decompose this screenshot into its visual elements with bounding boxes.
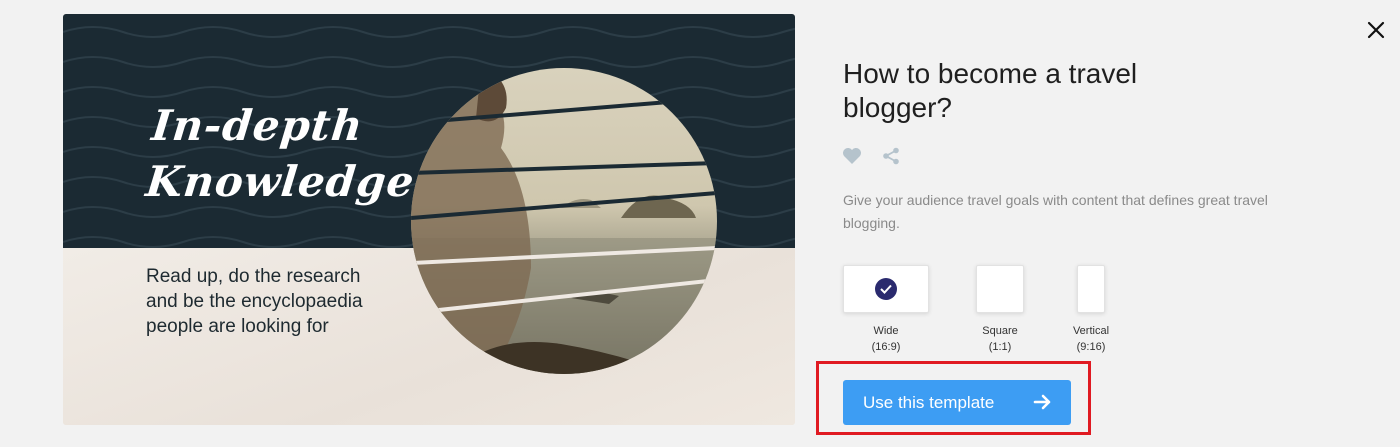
preview-headline: In-depth Knowledge [143, 101, 418, 206]
format-vertical-swatch[interactable] [1077, 265, 1105, 313]
format-vertical-name: Vertical [1072, 325, 1110, 337]
use-template-label: Use this template [863, 392, 995, 412]
check-icon [875, 278, 897, 300]
share-icon[interactable] [880, 145, 902, 167]
format-square-swatch[interactable] [976, 265, 1024, 313]
template-preview: In-depth Knowledge Read up, do the resea… [63, 14, 795, 425]
format-wide-ratio: (16:9) [871, 341, 901, 353]
template-title: How to become a travel blogger? [843, 58, 1138, 123]
template-description: Give your audience travel goals with con… [843, 192, 1268, 231]
close-icon[interactable] [1365, 19, 1387, 41]
format-square-name: Square [982, 325, 1018, 337]
template-modal: In-depth Knowledge Read up, do the resea… [0, 0, 1400, 447]
format-square-ratio: (1:1) [988, 341, 1012, 353]
use-template-button[interactable]: Use this template [843, 380, 1071, 425]
format-option-square[interactable]: Square (1:1) [970, 265, 1030, 357]
format-wide-name: Wide [873, 325, 899, 337]
preview-body-text: Read up, do the research and be the ency… [146, 266, 363, 337]
format-option-wide[interactable]: Wide (16:9) [843, 265, 929, 357]
heart-icon[interactable] [841, 145, 863, 167]
arrow-right-icon [1033, 394, 1051, 410]
travel-photo [411, 68, 717, 374]
format-option-vertical[interactable]: Vertical (9:16) [1061, 265, 1121, 357]
format-vertical-ratio: (9:16) [1076, 341, 1106, 353]
format-wide-swatch[interactable] [843, 265, 929, 313]
